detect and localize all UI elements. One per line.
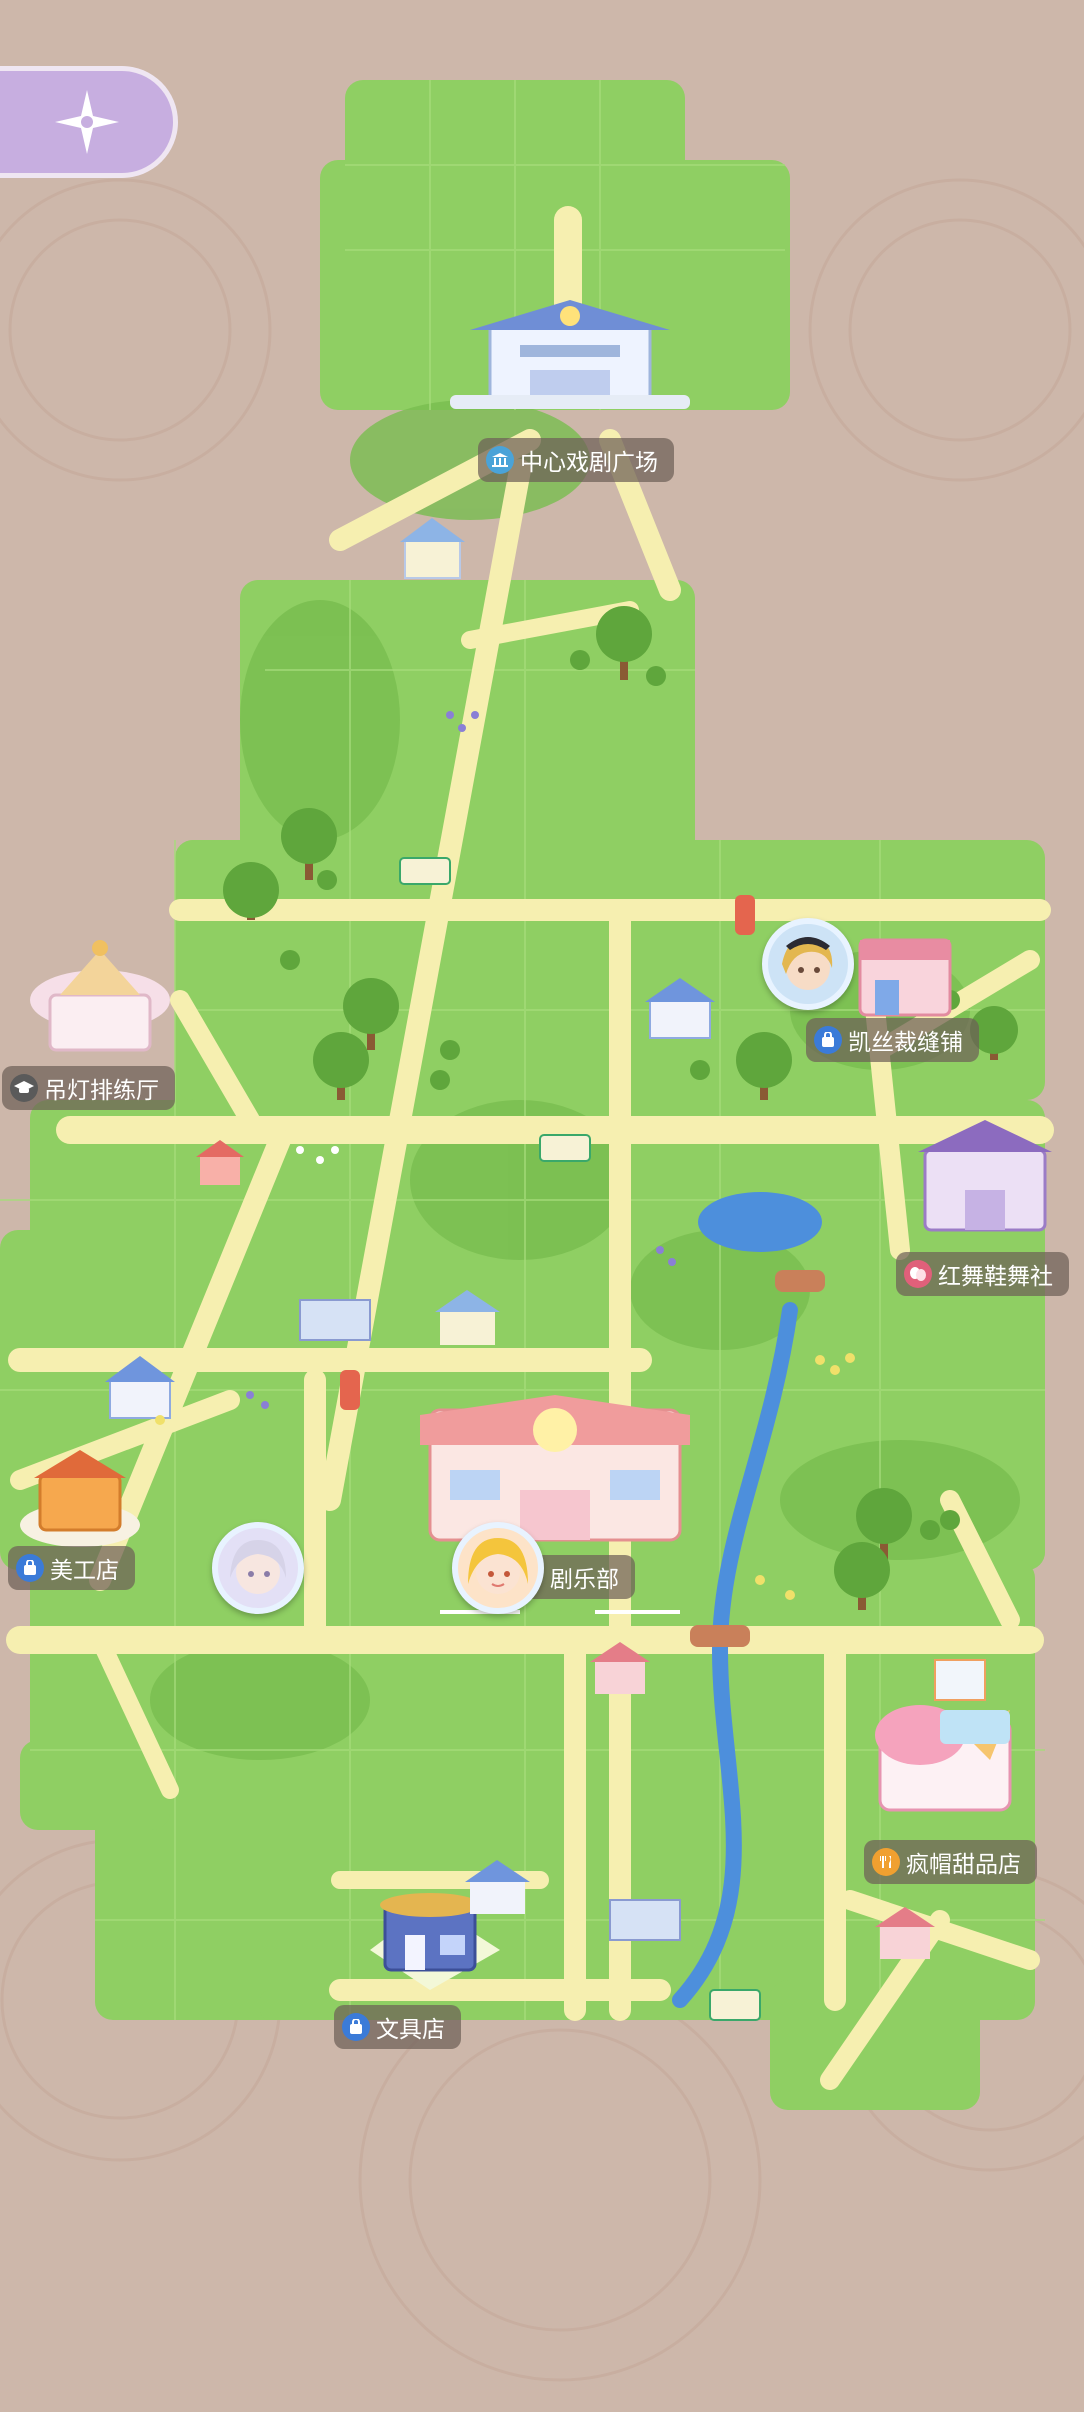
- back-button[interactable]: [0, 66, 178, 178]
- location-tailor-shop[interactable]: 凯丝裁缝铺: [806, 1018, 979, 1062]
- chandelier-hall-building: [30, 940, 170, 1052]
- location-dance-shoe-club[interactable]: 红舞鞋舞社: [896, 1252, 1069, 1296]
- shopping-bag-icon: [814, 1026, 842, 1054]
- character-portrait-icon: [468, 1538, 528, 1594]
- location-name: 红舞鞋舞社: [938, 1264, 1053, 1290]
- location-name: 疯帽甜品店: [906, 1852, 1021, 1878]
- tailor-shop-building: [858, 938, 952, 1017]
- location-stationery-store[interactable]: 文具店: [334, 2005, 461, 2049]
- location-name: 凯丝裁缝铺: [848, 1030, 963, 1056]
- location-dessert-shop[interactable]: 疯帽甜品店: [864, 1840, 1037, 1884]
- location-name: 美工店: [50, 1558, 119, 1584]
- bridge-icon: [775, 1270, 825, 1292]
- character-avatar[interactable]: [452, 1522, 544, 1614]
- drama-club-building: [420, 1395, 690, 1542]
- shopping-bag-icon: [16, 1554, 44, 1582]
- character-avatar[interactable]: [762, 918, 854, 1010]
- character-portrait-icon: [230, 1540, 286, 1594]
- location-central-square[interactable]: 中心戏剧广场: [478, 438, 674, 482]
- graduation-cap-icon: [10, 1074, 38, 1102]
- location-name: 吊灯排练厅: [44, 1078, 159, 1104]
- theater-icon: [486, 446, 514, 474]
- location-name: 剧乐部: [550, 1567, 619, 1593]
- character-avatar[interactable]: [212, 1522, 304, 1614]
- location-art-supply-store[interactable]: 美工店: [8, 1546, 135, 1590]
- location-name: 中心戏剧广场: [520, 450, 658, 476]
- map-scene: [0, 80, 1084, 2382]
- location-chandelier-hall[interactable]: 吊灯排练厅: [2, 1066, 175, 1110]
- compass-star-icon: [54, 90, 119, 154]
- character-portrait-icon: [782, 937, 833, 990]
- shopping-bag-icon: [342, 2013, 370, 2041]
- fork-knife-icon: [872, 1848, 900, 1876]
- drama-mask-icon: [904, 1260, 932, 1288]
- location-name: 文具店: [376, 2017, 445, 2043]
- bridge-icon: [690, 1625, 750, 1647]
